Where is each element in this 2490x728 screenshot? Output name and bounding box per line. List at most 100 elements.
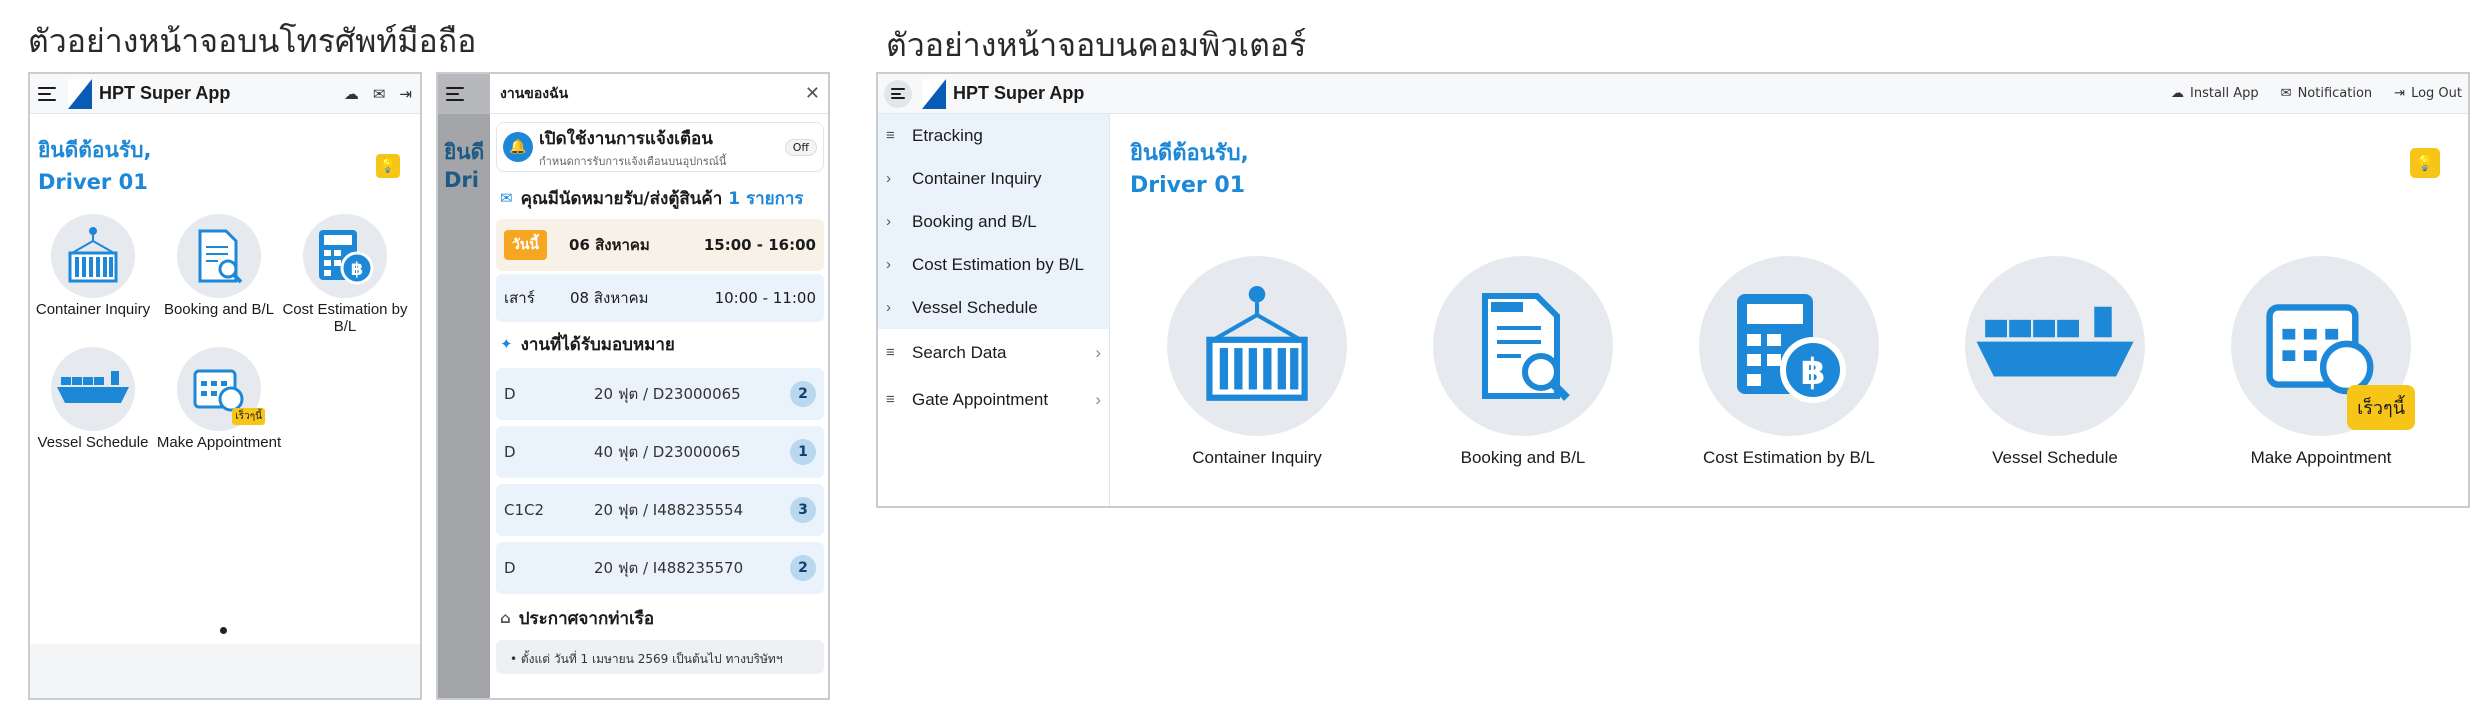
app-title: HPT Super App: [99, 83, 231, 103]
app-logo: [68, 78, 92, 109]
appointment-row[interactable]: วันนี้ 06 สิงหาคม 15:00 - 16:00: [496, 219, 824, 271]
tile-vessel-schedule[interactable]: Vessel Schedule: [30, 347, 156, 451]
calendar-clock-icon: เร็วๆนี้: [177, 347, 265, 431]
dimmed-welcome: ยินดี: [444, 140, 485, 164]
close-icon[interactable]: ✕: [805, 83, 820, 104]
chevron-right-icon: ›: [1095, 342, 1101, 362]
job-type: D: [504, 559, 516, 577]
lightbulb-icon[interactable]: 💡: [2410, 148, 2440, 178]
job-row[interactable]: D 40 ฟุต / D23000065 1: [496, 426, 824, 478]
job-count: 1: [790, 439, 816, 465]
page-indicator: [220, 627, 227, 634]
calculator-baht-icon: ฿: [1699, 256, 1879, 436]
tile-container-inquiry[interactable]: Container Inquiry: [30, 214, 156, 335]
sidebar: ≡ Etracking › Container Inquiry › Booking a…: [878, 114, 1110, 506]
app-title: HPT Super App: [953, 83, 1085, 103]
sidebar-item-cost-estimation[interactable]: › Cost Estimation by B/L: [878, 243, 1109, 286]
appointment-date: 06 สิงหาคม: [569, 236, 650, 254]
welcome-greeting: ยินดีต้อนรับ,: [1130, 141, 1249, 166]
sidebar-item-vessel-schedule[interactable]: › Vessel Schedule: [878, 286, 1109, 329]
logout-icon[interactable]: ⇥: [399, 85, 412, 103]
notification-toggle[interactable]: Off: [784, 138, 817, 156]
job-count: 2: [790, 381, 816, 407]
tile-booking[interactable]: Booking and B/L: [1432, 256, 1614, 468]
job-type: C1C2: [504, 501, 545, 519]
vessel-icon: [1965, 256, 2145, 436]
bottom-bar: [30, 644, 420, 698]
service-grid: Container Inquiry Booking and B/L ฿ Cost…: [30, 214, 420, 451]
svg-text:฿: ฿: [351, 259, 364, 280]
calendar-clock-icon: เร็วๆนี้: [2231, 256, 2415, 436]
chevron-right-icon: ›: [886, 213, 891, 230]
sidebar-item-label: Etracking: [912, 125, 983, 145]
booking-document-icon: [1433, 256, 1613, 436]
tile-vessel-schedule[interactable]: Vessel Schedule: [1964, 256, 2146, 468]
sidebar-item-label: Booking and B/L: [912, 211, 1037, 231]
tile-cost-estimation[interactable]: ฿ Cost Estimation by B/L: [282, 214, 408, 335]
sidebar-item-booking[interactable]: › Booking and B/L: [878, 200, 1109, 243]
dimmed-user: Dri: [444, 168, 479, 192]
list-icon: ≡: [886, 391, 895, 408]
main-content: ยินดีต้อนรับ, Driver 01 💡 Container Inqu…: [1110, 114, 2468, 506]
install-app-icon[interactable]: ☁: [344, 85, 359, 103]
tile-cost-estimation[interactable]: ฿ Cost Estimation by B/L: [1698, 256, 1880, 468]
tile-booking[interactable]: Booking and B/L: [156, 214, 282, 335]
sidebar-item-gate-appointment[interactable]: ≡ Gate Appointment ›: [878, 376, 1109, 423]
desktop-caption: ตัวอย่างหน้าจอบนคอมพิวเตอร์: [886, 26, 1307, 64]
tile-label: Vessel Schedule: [1992, 448, 2118, 467]
notification-label: Notification: [2297, 86, 2373, 101]
tile-label: Cost Estimation by B/L: [282, 301, 408, 335]
job-row[interactable]: C1C2 20 ฟุต / I488235554 3: [496, 484, 824, 536]
job-detail: 20 ฟุต / I488235554: [594, 501, 744, 519]
mobile-drawer-screen: ยินดี Dri งานของฉัน ✕ 🔔 เปิดใช้งานการแจ้…: [436, 72, 830, 700]
sidebar-item-search-data[interactable]: ≡ Search Data ›: [878, 329, 1109, 376]
tile-label: Container Inquiry: [1192, 448, 1322, 467]
welcome-text: ยินดีต้อนรับ, Driver 01: [38, 134, 152, 198]
notification-button[interactable]: ✉ Notification: [2281, 86, 2373, 101]
desktop-screen: HPT Super App ☁ Install App ✉ Notification…: [876, 72, 2470, 508]
welcome-user: Driver 01: [38, 170, 148, 194]
sidebar-item-label: Cost Estimation by B/L: [912, 254, 1084, 274]
tile-make-appointment[interactable]: เร็วๆนี้ Make Appointment: [156, 347, 282, 451]
notification-title: เปิดใช้งานการแจ้งเตือน: [539, 128, 713, 149]
port-building-icon: ⌂: [500, 609, 511, 627]
tile-label: Make Appointment: [2250, 448, 2392, 467]
notification-icon[interactable]: ✉: [373, 85, 386, 103]
tile-container-inquiry[interactable]: Container Inquiry: [1166, 256, 1348, 468]
appointment-row[interactable]: เสาร์ 08 สิงหาคม 10:00 - 11:00: [496, 274, 824, 322]
container-crane-icon: [1167, 256, 1347, 436]
notification-subtitle: กำหนดการรับการแจ้งเตือนบนอุปกรณ์นี้: [539, 154, 727, 168]
bell-icon: 🔔: [503, 132, 533, 162]
inbox-icon: ✉: [500, 189, 513, 207]
sidebar-item-etracking[interactable]: ≡ Etracking: [878, 114, 1109, 157]
announcement-item[interactable]: • ตั้งแต่ วันที่ 1 เมษายน 2569 เป็นต้นไป…: [496, 640, 824, 674]
sidebar-item-label: Container Inquiry: [912, 168, 1042, 188]
menu-icon[interactable]: [38, 86, 56, 101]
lightbulb-icon[interactable]: 💡: [376, 154, 400, 178]
logout-icon: ⇥: [2394, 86, 2406, 101]
mobile-caption: ตัวอย่างหน้าจอบนโทรศัพท์มือถือ: [28, 22, 477, 60]
announcement-heading-text: ประกาศจากท่าเรือ: [518, 608, 655, 629]
container-crane-icon: [51, 214, 135, 298]
notification-icon: ✉: [2280, 86, 2292, 101]
sidebar-item-container-inquiry[interactable]: › Container Inquiry: [878, 157, 1109, 200]
app-header: HPT Super App ☁ ✉ ⇥: [30, 74, 420, 114]
tile-make-appointment[interactable]: เร็วๆนี้ Make Appointment: [2230, 256, 2415, 468]
dim-overlay[interactable]: ยินดี Dri: [438, 74, 490, 698]
mobile-home-screen: HPT Super App ☁ ✉ ⇥ ยินดีต้อนรับ, Driver…: [28, 72, 422, 700]
install-app-button[interactable]: ☁ Install App: [2171, 86, 2259, 101]
notification-toggle-card[interactable]: 🔔 เปิดใช้งานการแจ้งเตือน กำหนดการรับการแ…: [496, 122, 824, 172]
tile-label: Vessel Schedule: [37, 434, 149, 451]
job-detail: 40 ฟุต / D23000065: [594, 443, 741, 461]
vessel-icon: [51, 347, 135, 431]
menu-button[interactable]: [884, 79, 912, 108]
job-type: D: [504, 443, 516, 461]
job-row[interactable]: D 20 ฟุต / I488235570 2: [496, 542, 824, 594]
job-count: 2: [790, 555, 816, 581]
job-row[interactable]: D 20 ฟุต / D23000065 2: [496, 368, 824, 420]
logout-button[interactable]: ⇥ Log Out: [2394, 86, 2462, 101]
job-detail: 20 ฟุต / I488235570: [594, 559, 744, 577]
welcome-text: ยินดีต้อนรับ, Driver 01: [1130, 138, 1249, 202]
chevron-right-icon: ›: [886, 256, 891, 273]
list-icon: ≡: [886, 344, 895, 361]
